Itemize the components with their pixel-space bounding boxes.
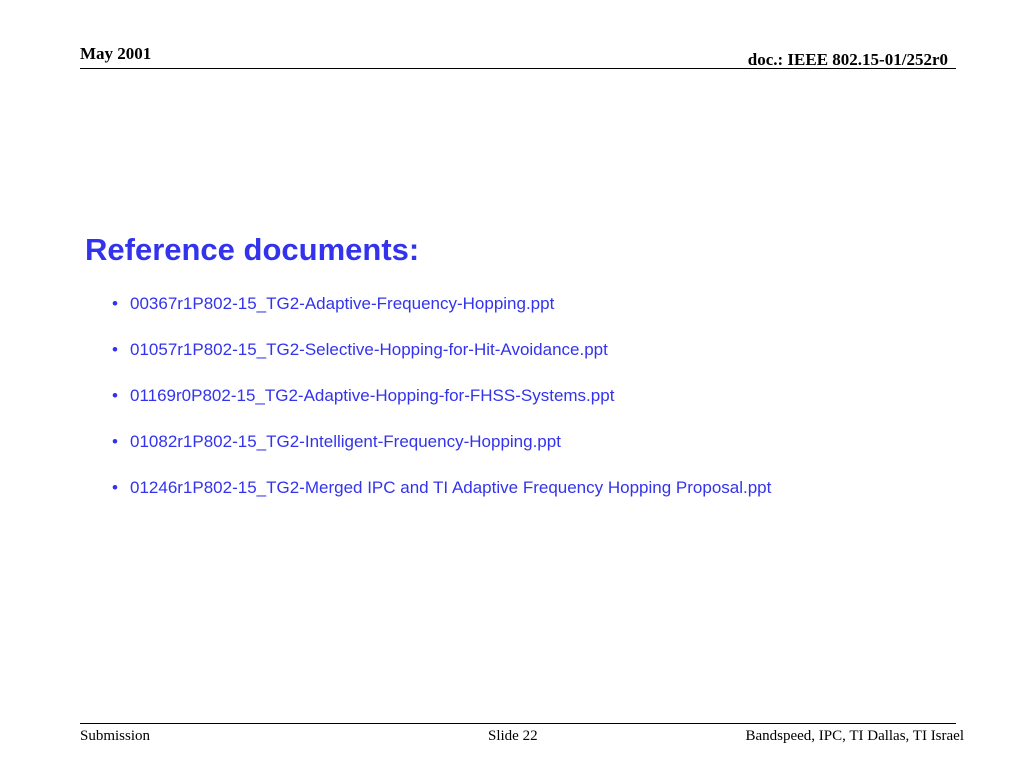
reference-text: 00367r1P802-15_TG2-Adaptive-Frequency-Ho…: [130, 294, 555, 313]
reference-text: 01057r1P802-15_TG2-Selective-Hopping-for…: [130, 340, 608, 359]
reference-list: • 00367r1P802-15_TG2-Adaptive-Frequency-H…: [112, 292, 771, 522]
header-divider: [80, 68, 956, 69]
footer-divider: [80, 723, 956, 724]
bullet-icon: •: [112, 386, 118, 405]
reference-text: 01246r1P802-15_TG2-Merged IPC and TI Ada…: [130, 478, 772, 497]
bullet-icon: •: [112, 432, 118, 451]
reference-item: • 01057r1P802-15_TG2-Selective-Hopping-fo…: [112, 338, 771, 384]
slide-title: Reference documents:: [85, 232, 420, 267]
footer-slide-number: Slide 22: [488, 728, 538, 744]
reference-text: 01082r1P802-15_TG2-Intelligent-Frequency…: [130, 432, 561, 451]
reference-item: • 01169r0P802-15_TG2-Adaptive-Hopping-for…: [112, 384, 771, 430]
bullet-icon: •: [112, 294, 118, 313]
bullet-icon: •: [112, 340, 118, 359]
reference-item: • 01082r1P802-15_TG2-Intelligent-Frequenc…: [112, 430, 771, 476]
header-doc-id: doc.: IEEE 802.15-01/252r0: [747, 50, 948, 69]
footer-submission: Submission: [80, 728, 151, 744]
bullet-icon: •: [112, 478, 118, 497]
footer-authors: Bandspeed, IPC, TI Dallas, TI Israel: [745, 728, 964, 744]
reference-text: 01169r0P802-15_TG2-Adaptive-Hopping-for-…: [130, 386, 615, 405]
reference-item: • 00367r1P802-15_TG2-Adaptive-Frequency-H…: [112, 292, 771, 338]
reference-item: • 01246r1P802-15_TG2-Merged IPC and TI Ad…: [112, 476, 771, 522]
header-date: May 2001: [80, 44, 152, 63]
